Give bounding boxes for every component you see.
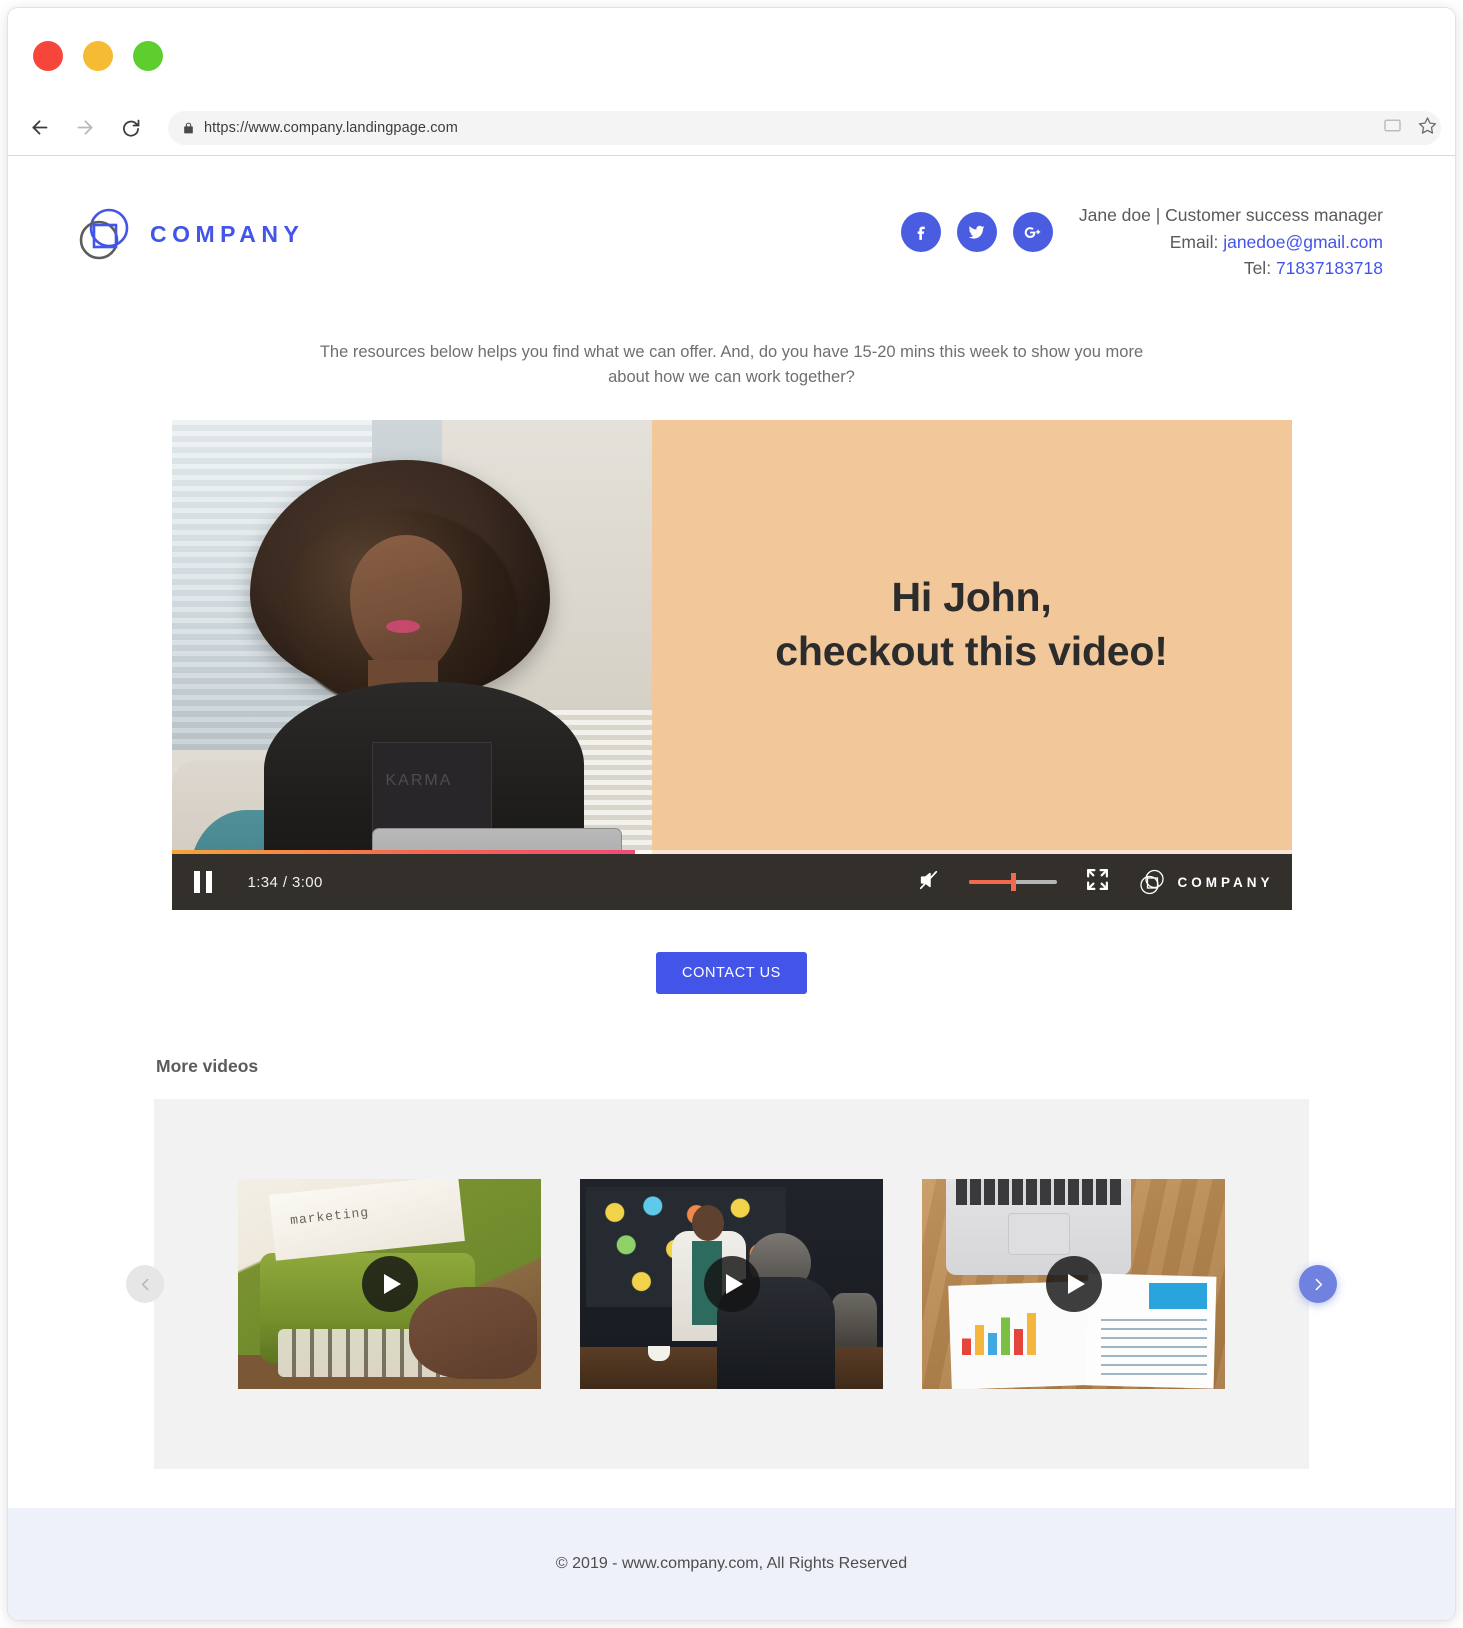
star-icon[interactable]	[1418, 116, 1437, 140]
tel-label: Tel:	[1243, 258, 1272, 279]
facebook-icon[interactable]	[900, 212, 941, 252]
contact-person: Jane doe | Customer success manager	[1078, 205, 1383, 225]
site-header: COMPANY Jane doe | Customer success mana…	[8, 156, 1455, 306]
thumb2-attendee-2	[831, 1293, 877, 1356]
video-controls: 1:34 / 3:00 COMPANY	[171, 854, 1292, 911]
forward-arrow-icon[interactable]	[68, 111, 102, 145]
company-logo-text: COMPANY	[150, 220, 305, 247]
volume-knob[interactable]	[1010, 873, 1016, 892]
thumb1-hands	[409, 1287, 537, 1380]
play-icon[interactable]	[361, 1256, 418, 1313]
maximize-window-button[interactable]	[133, 41, 163, 71]
fullscreen-icon[interactable]	[1085, 867, 1110, 897]
back-arrow-icon[interactable]	[22, 111, 56, 145]
list-item[interactable]	[580, 1179, 883, 1390]
list-item[interactable]: marketing	[238, 1179, 541, 1390]
volume-slider[interactable]	[969, 873, 1058, 892]
twitter-icon[interactable]	[956, 212, 997, 252]
email-label: Email:	[1169, 231, 1219, 252]
list-item[interactable]	[922, 1179, 1225, 1390]
email-link[interactable]: janedoe@gmail.com	[1223, 232, 1383, 252]
cta-row: CONTACT US	[8, 952, 1455, 995]
page-footer: © 2019 - www.company.com, All Rights Res…	[8, 1508, 1455, 1620]
contact-email-row: Email: janedoe@gmail.com	[1079, 229, 1383, 256]
minimize-window-button[interactable]	[83, 41, 113, 71]
thumb3-bar-chart	[962, 1307, 1046, 1356]
thumb3-keyboard	[956, 1179, 1121, 1206]
toolbar-right-icons	[1383, 100, 1437, 156]
contact-tel-row: Tel: 71837183718	[1079, 255, 1383, 282]
url-input[interactable]: https://www.company.landingpage.com	[168, 110, 1441, 145]
thumb2-cup	[648, 1346, 670, 1362]
video-frame: KARMA  Hi John, checkout this video!	[171, 420, 1292, 911]
intro-paragraph: The resources below helps you find what …	[319, 343, 1144, 387]
chevron-left-icon[interactable]	[126, 1265, 164, 1304]
browser-titlebar	[8, 8, 1455, 100]
pause-icon[interactable]	[193, 871, 212, 894]
page-content: COMPANY Jane doe | Customer success mana…	[8, 156, 1455, 1620]
thumb3-trackpad	[1008, 1213, 1070, 1256]
chevron-right-icon[interactable]	[1299, 1265, 1337, 1304]
play-icon[interactable]	[703, 1256, 760, 1313]
volume-fill	[969, 880, 1014, 885]
carousel-track: marketing	[154, 1099, 1309, 1470]
window-controls	[33, 41, 163, 71]
tel-link[interactable]: 71837183718	[1276, 258, 1383, 278]
footer-copyright: © 2019 - www.company.com, All Rights Res…	[555, 1555, 908, 1572]
thumb3-report-2-header	[1149, 1283, 1207, 1310]
company-logo-icon	[76, 206, 132, 262]
google-plus-icon[interactable]	[1012, 212, 1053, 252]
photo-shirt-print	[371, 742, 492, 839]
video-brand-text: COMPANY	[1177, 874, 1274, 890]
header-contact-block: Jane doe | Customer success manager Emai…	[900, 202, 1383, 282]
lock-icon	[182, 121, 195, 135]
close-window-button[interactable]	[33, 41, 63, 71]
video-player[interactable]: KARMA  Hi John, checkout this video! 1:…	[171, 420, 1292, 911]
contact-us-button[interactable]: CONTACT US	[656, 952, 807, 995]
photo-lips	[385, 620, 420, 634]
video-controls-right: COMPANY	[917, 867, 1273, 897]
contact-details: Jane doe | Customer success manager Emai…	[1079, 202, 1383, 282]
video-time-display: 1:34 / 3:00	[247, 873, 323, 891]
video-brand-logo: COMPANY	[1138, 868, 1273, 896]
company-logo[interactable]: COMPANY	[76, 206, 304, 262]
video-headline: Hi John, checkout this video!	[652, 570, 1292, 678]
video-headline-line2: checkout this video!	[775, 628, 1168, 675]
social-links	[900, 202, 1053, 252]
video-person-photo: KARMA 	[171, 420, 652, 911]
shirt-print-text: KARMA	[385, 772, 453, 790]
url-text: https://www.company.landingpage.com	[204, 119, 458, 136]
video-headline-line1: Hi John,	[891, 574, 1052, 621]
browser-toolbar: https://www.company.landingpage.com	[8, 100, 1455, 156]
video-carousel: marketing	[126, 1099, 1337, 1470]
mute-speaker-icon[interactable]	[917, 869, 941, 896]
play-icon[interactable]	[1045, 1256, 1102, 1313]
browser-window: https://www.company.landingpage.com COMP…	[8, 8, 1455, 1620]
thumb2-presenter-head	[692, 1205, 724, 1242]
thumb3-report-2-lines	[1101, 1319, 1207, 1378]
cast-icon[interactable]	[1383, 118, 1402, 138]
reload-icon[interactable]	[114, 111, 148, 145]
more-videos-title: More videos	[156, 1056, 259, 1077]
